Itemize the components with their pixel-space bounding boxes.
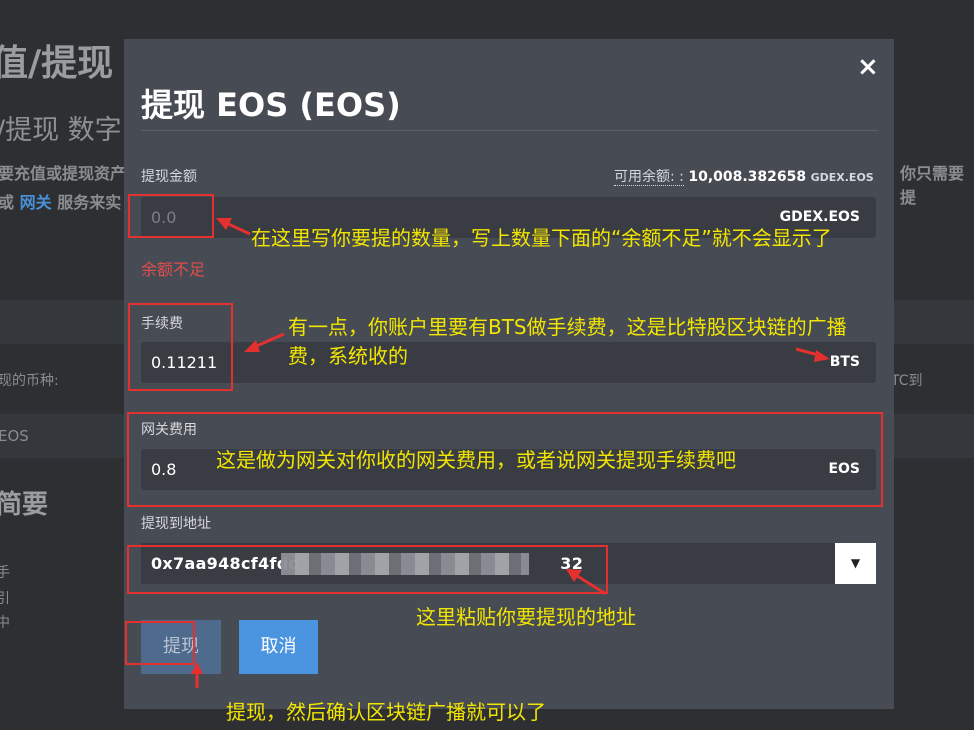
annotation-gateway-note: 这是做为网关对你收的网关费用，或者说网关提现手续费吧 xyxy=(216,448,736,472)
annotation-withdraw-note: 提现，然后确认区块链广播就可以了 xyxy=(226,700,546,724)
annotation-fee-note-2: 费，系统收的 xyxy=(288,344,408,368)
annotation-amount-note: 在这里写你要提的数量，写上数量下面的“余额不足”就不会显示了 xyxy=(251,226,832,250)
annotation-fee-note-1: 有一点，你账户里要有BTS做手续费，这是比特股区块链的广播 xyxy=(288,315,847,339)
annotation-address-note: 这里粘贴你要提现的地址 xyxy=(416,605,636,629)
